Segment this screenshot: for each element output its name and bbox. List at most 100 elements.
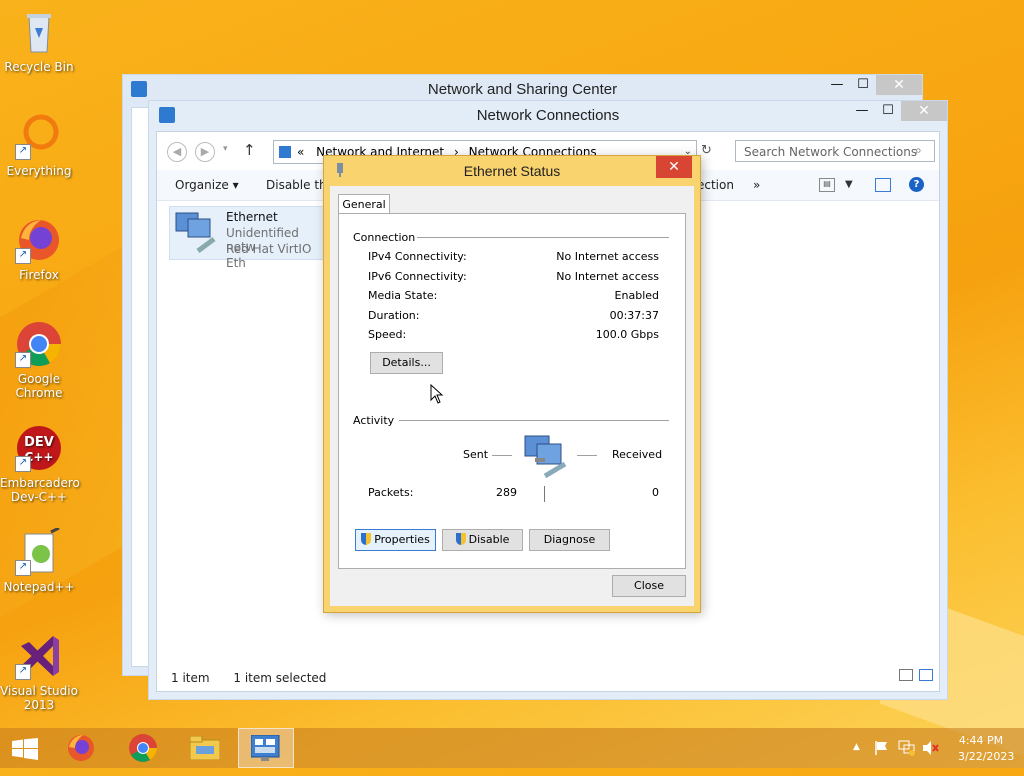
action-center-flag-icon[interactable] xyxy=(874,740,890,756)
properties-button-label: Properties xyxy=(374,533,430,546)
speed-label: Speed: xyxy=(368,328,407,341)
divider xyxy=(492,455,512,456)
desktop-icon-label: Everything xyxy=(6,164,72,178)
connection-device: Red Hat VirtIO Eth xyxy=(226,242,312,270)
dialog-body: General Connection IPv4 Connectivity: No… xyxy=(330,186,694,606)
start-button[interactable] xyxy=(0,728,56,768)
desktop-icon-label: Recycle Bin xyxy=(4,60,74,74)
packets-received-value: 0 xyxy=(652,486,659,499)
close-button[interactable]: ✕ xyxy=(876,75,922,95)
disable-button[interactable]: Disable xyxy=(442,529,523,551)
taskbar-file-explorer[interactable] xyxy=(178,728,234,768)
window-title: Network Connections xyxy=(476,107,620,124)
view-options-icon[interactable]: ▤ xyxy=(819,178,835,192)
activity-divider xyxy=(544,486,545,502)
ethernet-status-dialog[interactable]: Ethernet Status ✕ General Connection IPv… xyxy=(323,155,701,613)
ethernet-connection-item[interactable]: Ethernet Unidentified netw Red Hat VirtI… xyxy=(169,206,325,270)
packets-sent-value: 289 xyxy=(496,486,517,499)
breadcrumb-separator: « xyxy=(297,145,305,159)
diagnose-button[interactable]: Diagnose xyxy=(529,529,610,551)
packets-label: Packets: xyxy=(368,486,414,499)
ipv4-label: IPv4 Connectivity: xyxy=(368,250,467,263)
taskbar-chrome[interactable] xyxy=(116,728,172,768)
refresh-icon[interactable]: ↻ xyxy=(701,143,712,158)
ipv4-value: No Internet access xyxy=(556,250,659,263)
taskbar-firefox[interactable] xyxy=(54,728,110,768)
details-button[interactable]: Details... xyxy=(370,352,443,374)
network-adapter-icon xyxy=(175,212,216,253)
back-button[interactable]: ◀ xyxy=(167,142,187,162)
show-hidden-icons-button[interactable]: ▲ xyxy=(853,742,860,752)
desktop-icon-firefox[interactable]: ↗ Firefox xyxy=(0,216,78,282)
close-button[interactable]: Close xyxy=(612,575,686,597)
network-activity-icon xyxy=(524,435,567,479)
windows-logo-icon xyxy=(12,738,38,760)
dialog-title: Ethernet Status xyxy=(463,163,561,179)
desktop-icon-everything[interactable]: ↗ Everything xyxy=(0,112,78,178)
desktop-icon-label: Embarcadero Dev-C++ xyxy=(0,476,80,504)
recent-dropdown-icon[interactable]: ▾ xyxy=(223,144,228,154)
close-icon[interactable]: ✕ xyxy=(656,156,692,178)
shortcut-arrow-icon: ↗ xyxy=(15,144,31,160)
mouse-cursor-icon xyxy=(430,384,444,404)
minimize-button[interactable]: — xyxy=(849,101,875,121)
chrome-icon: ↗ xyxy=(15,320,63,368)
minimize-button[interactable]: — xyxy=(824,75,850,95)
preview-pane-icon[interactable] xyxy=(875,178,891,192)
firefox-icon: ↗ xyxy=(15,216,63,264)
maximize-button[interactable]: ☐ xyxy=(850,75,876,95)
search-icon[interactable]: ⌕ xyxy=(915,143,922,158)
connection-name: Ethernet xyxy=(226,210,278,224)
duration-value: 00:37:37 xyxy=(609,309,659,322)
desktop-icon-visual-studio[interactable]: ↗ Visual Studio 2013 xyxy=(0,632,78,712)
speed-value: 100.0 Gbps xyxy=(595,328,659,341)
desktop-icon-label: Notepad++ xyxy=(3,580,75,594)
media-state-label: Media State: xyxy=(368,289,438,302)
view-dropdown-icon[interactable]: ▼ xyxy=(845,170,853,200)
close-button[interactable]: ✕ xyxy=(901,101,947,121)
more-commands[interactable]: » xyxy=(753,170,760,200)
svg-text:DEV: DEV xyxy=(24,435,54,450)
shortcut-arrow-icon: ↗ xyxy=(15,248,31,264)
organize-menu[interactable]: Organize ▾ xyxy=(175,170,239,200)
divider xyxy=(577,455,597,456)
divider xyxy=(399,420,669,421)
firefox-icon xyxy=(68,735,94,761)
desktop-icon-label: Firefox xyxy=(19,268,59,282)
visual-studio-icon: ↗ xyxy=(15,632,63,680)
recycle-bin-icon xyxy=(15,8,63,56)
connection-command[interactable]: ection xyxy=(697,170,734,200)
desktop-icon-chrome[interactable]: ↗ Google Chrome xyxy=(0,320,78,400)
clock-date: 3/22/2023 xyxy=(958,750,1015,763)
network-app-icon xyxy=(159,107,175,123)
taskbar-network-connections[interactable] xyxy=(238,728,294,768)
properties-button[interactable]: Properties xyxy=(355,529,436,551)
divider xyxy=(417,237,669,238)
activity-heading: Activity xyxy=(353,414,395,427)
desktop-icon-notepadpp[interactable]: ↗ Notepad++ xyxy=(0,526,78,594)
desktop-icon-recycle-bin[interactable]: Recycle Bin xyxy=(0,8,78,74)
duration-label: Duration: xyxy=(368,309,420,322)
details-view-icon[interactable] xyxy=(899,669,913,681)
control-panel-icon xyxy=(279,146,291,158)
shortcut-arrow-icon: ↗ xyxy=(15,352,31,368)
network-control-panel-icon xyxy=(251,735,280,761)
help-icon[interactable]: ? xyxy=(909,177,924,192)
volume-muted-icon[interactable] xyxy=(922,740,940,756)
everything-icon: ↗ xyxy=(15,112,63,160)
large-icons-view-icon[interactable] xyxy=(919,669,933,681)
sent-label: Sent xyxy=(463,448,489,461)
maximize-button[interactable]: ☐ xyxy=(875,101,901,121)
ipv6-value: No Internet access xyxy=(556,270,659,283)
up-arrow-icon[interactable]: ↑ xyxy=(243,141,256,159)
tab-general[interactable]: General xyxy=(338,194,390,215)
general-tab-panel: Connection IPv4 Connectivity: No Interne… xyxy=(338,213,686,569)
uac-shield-icon xyxy=(361,533,372,545)
network-tray-icon[interactable] xyxy=(898,740,916,756)
clock[interactable]: 4:44 PM 3/22/2023 xyxy=(958,733,1015,765)
forward-button[interactable]: ▶ xyxy=(195,142,215,162)
search-input[interactable]: Search Network Connections xyxy=(735,140,935,162)
chrome-icon xyxy=(129,734,157,762)
desktop-icon-devcpp[interactable]: DEV C++ ↗ Embarcadero Dev-C++ xyxy=(0,424,80,504)
received-label: Received xyxy=(612,448,663,461)
